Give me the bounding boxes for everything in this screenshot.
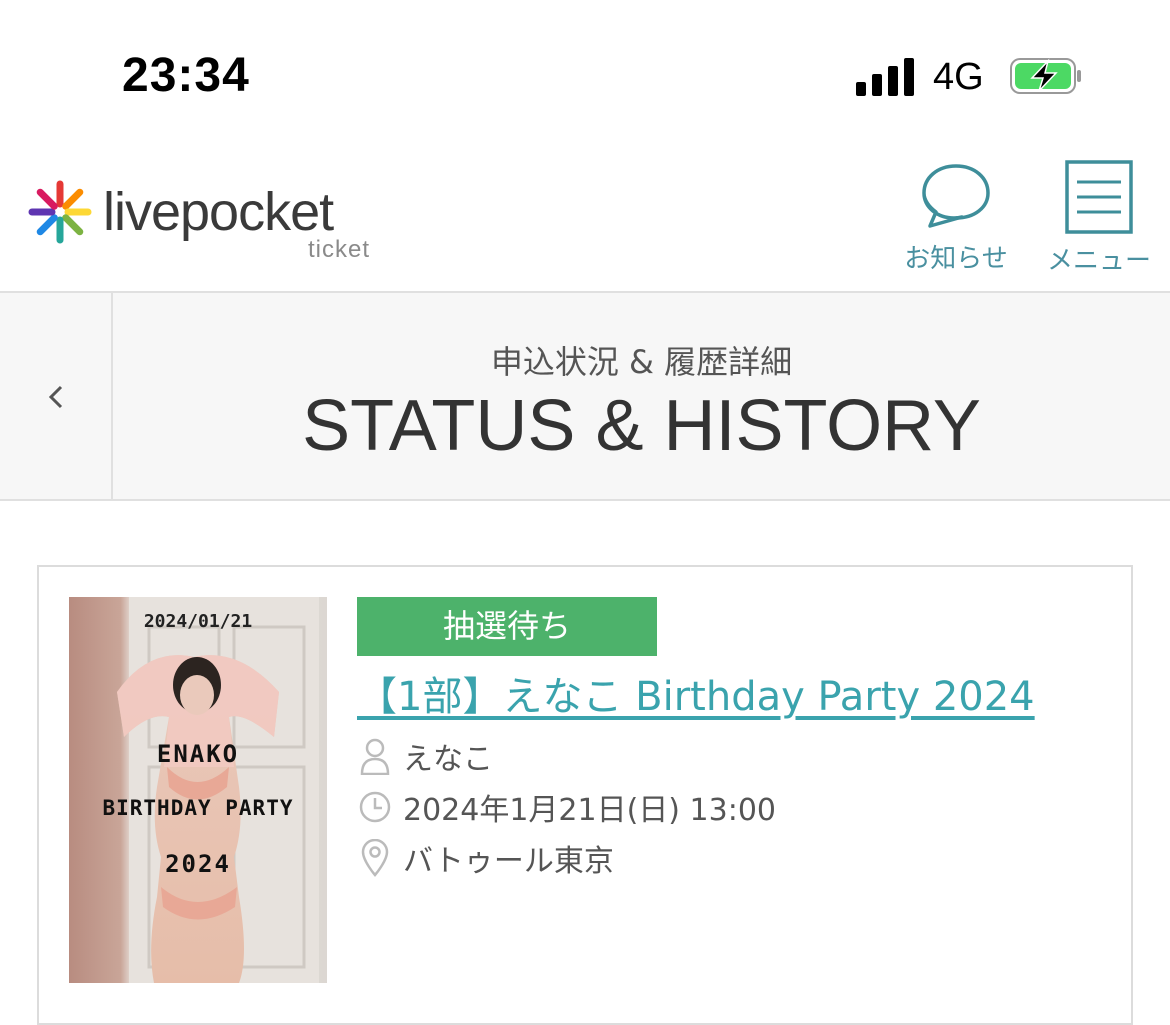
signal-strength-icon: [856, 58, 916, 96]
status-bar: 23:34 4G: [0, 0, 1170, 150]
person-icon: [357, 736, 393, 776]
logo-wordmark[interactable]: livepocket: [103, 180, 334, 244]
poster-title-line2: BIRTHDAY PARTY: [102, 796, 294, 820]
status-time: 23:34: [122, 49, 250, 102]
news-button[interactable]: お知らせ: [896, 160, 1016, 275]
performer-name: えなこ: [403, 742, 493, 777]
page-title-jp: 申込状況 & 履歴詳細: [490, 343, 793, 381]
event-poster-image[interactable]: 2024/01/21 ENAKO BIRTHDAY PARTY 2024: [69, 597, 327, 983]
event-venue: バトゥール東京: [403, 844, 614, 879]
poster-title-line1: ENAKO: [156, 740, 240, 768]
performer-row: えなこ: [357, 736, 493, 777]
poster-art: [69, 597, 327, 983]
news-label: お知らせ: [904, 244, 1008, 274]
location-pin-icon: [357, 838, 393, 878]
page-title-bar: 申込状況 & 履歴詳細 STATUS & HISTORY: [0, 291, 1170, 501]
event-title-link[interactable]: 【1部】えなこ Birthday Party 2024: [357, 664, 1035, 722]
chevron-left-icon: [48, 385, 63, 409]
poster-title-line3: 2024: [165, 850, 231, 878]
menu-label: メニュー: [1046, 246, 1151, 276]
clock-icon: [357, 787, 393, 827]
speech-bubble-icon: [922, 164, 990, 228]
menu-button[interactable]: メニュー: [1040, 160, 1158, 277]
hamburger-menu-icon: [1065, 160, 1133, 234]
logo-subtitle: ticket: [308, 236, 371, 263]
event-datetime: 2024年1月21日(日) 13:00: [403, 793, 777, 828]
venue-row: バトゥール東京: [357, 838, 614, 879]
page-title-en: STATUS & HISTORY: [302, 386, 981, 466]
status-badge: 抽選待ち: [357, 597, 657, 656]
datetime-row: 2024年1月21日(日) 13:00: [357, 787, 777, 828]
back-button[interactable]: [0, 293, 113, 499]
network-type: 4G: [933, 56, 984, 98]
poster-date: 2024/01/21: [143, 611, 253, 632]
battery-charging-icon: [1010, 58, 1081, 94]
livepocket-logo-icon[interactable]: [28, 180, 92, 244]
